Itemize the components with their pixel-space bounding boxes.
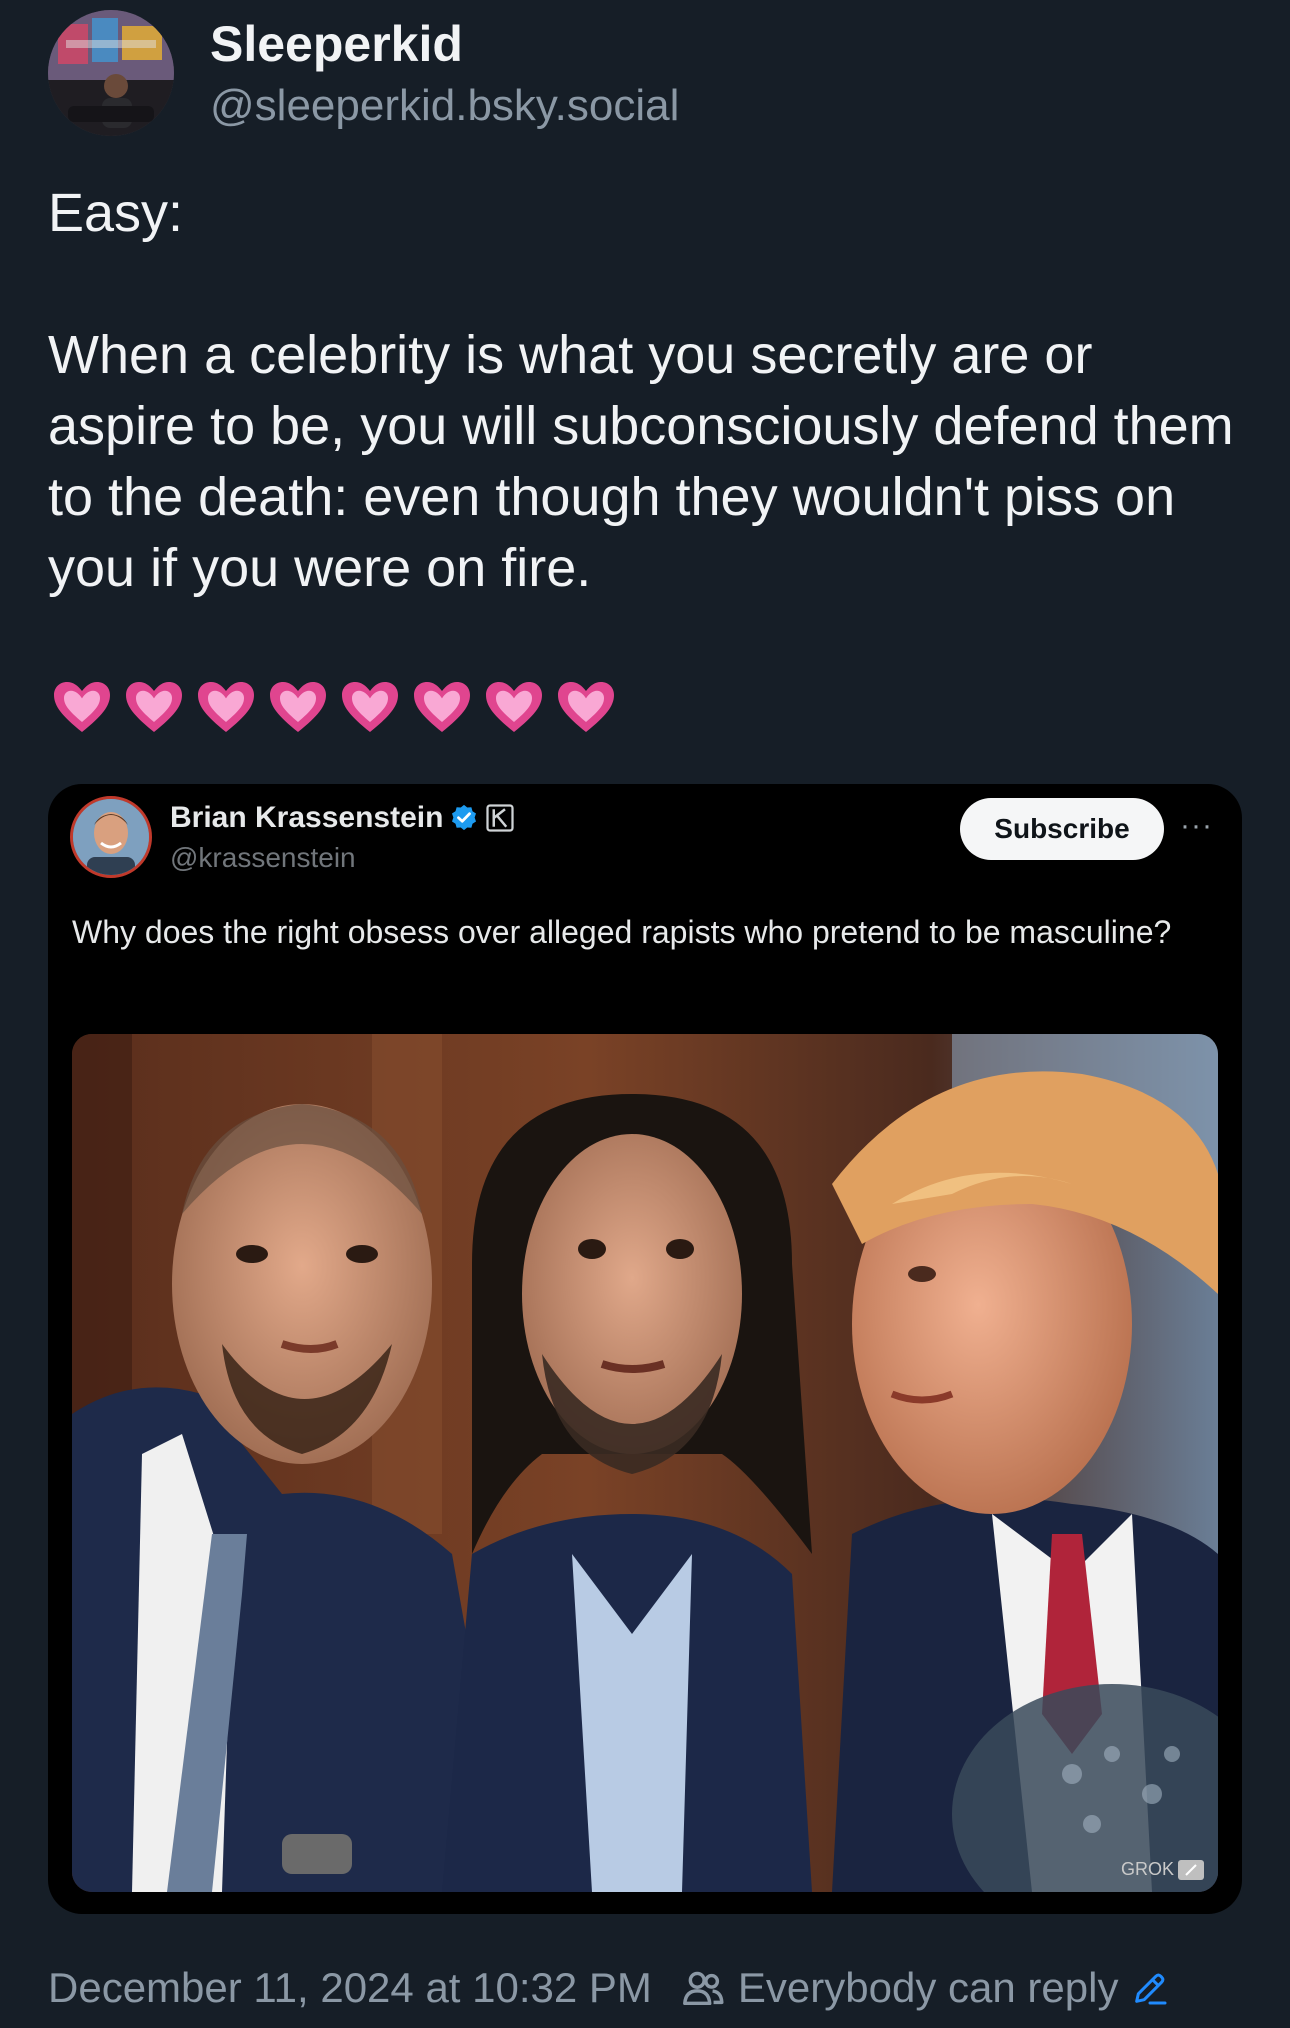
verified-badge-icon xyxy=(452,804,477,831)
emoji-row: 💗 💗 💗 💗 💗 💗 💗 💗 xyxy=(50,676,618,748)
grok-watermark-text: GROK xyxy=(1120,1859,1174,1879)
author-handle[interactable]: @sleeperkid.bsky.social xyxy=(210,78,679,134)
avatar-photo-icon xyxy=(48,10,174,136)
embed-author-name: Brian Krassenstein xyxy=(170,798,515,838)
reply-setting-label[interactable]: Everybody can reply xyxy=(738,1960,1119,2016)
embed-author-avatar xyxy=(70,796,152,878)
grok-logo-icon xyxy=(1178,1859,1204,1880)
three-men-photo-illustration xyxy=(72,1034,1218,1892)
post-timestamp: December 11, 2024 at 10:32 PM xyxy=(48,1964,652,2011)
embed-author-handle: @krassenstein xyxy=(170,842,356,873)
grok-watermark: GROK xyxy=(1121,1859,1204,1880)
pink-heart-emoji-icon: 💗 xyxy=(126,682,182,732)
pink-heart-emoji-icon: 💗 xyxy=(342,682,398,732)
pink-heart-emoji-icon: 💗 xyxy=(558,682,614,732)
pink-heart-emoji-icon: 💗 xyxy=(198,682,254,732)
embed-photo: GROK xyxy=(72,1034,1218,1892)
pink-heart-emoji-icon: 💗 xyxy=(414,682,470,732)
post-footer: December 11, 2024 at 10:32 PM Everybody … xyxy=(48,1960,1170,2016)
pink-heart-emoji-icon: 💗 xyxy=(270,682,326,732)
post-text-line: Easy: xyxy=(48,183,184,243)
pink-heart-emoji-icon: 💗 xyxy=(486,682,542,732)
k-affiliation-icon xyxy=(486,804,515,832)
embedded-post-image[interactable]: Brian Krassenstein @krassenstein Subscri… xyxy=(48,784,1242,1914)
edit-pencil-icon[interactable] xyxy=(1130,1968,1170,2008)
people-icon xyxy=(682,1971,724,2006)
post: Sleeperkid @sleeperkid.bsky.social Easy:… xyxy=(0,0,1290,2028)
embed-author-name-text: Brian Krassenstein xyxy=(170,801,444,834)
pink-heart-emoji-icon: 💗 xyxy=(54,682,110,732)
author-display-name[interactable]: Sleeperkid xyxy=(210,14,463,74)
subscribe-button: Subscribe xyxy=(960,798,1164,860)
embed-post-text: Why does the right obsess over alleged r… xyxy=(72,914,1172,950)
embed-avatar-photo-icon xyxy=(73,799,149,875)
post-text-line: When a celebrity is what you secretly ar… xyxy=(48,325,1234,598)
post-text: Easy: When a celebrity is what you secre… xyxy=(48,178,1248,604)
more-options-icon: ··· xyxy=(1180,809,1213,842)
author-avatar[interactable] xyxy=(48,10,174,136)
